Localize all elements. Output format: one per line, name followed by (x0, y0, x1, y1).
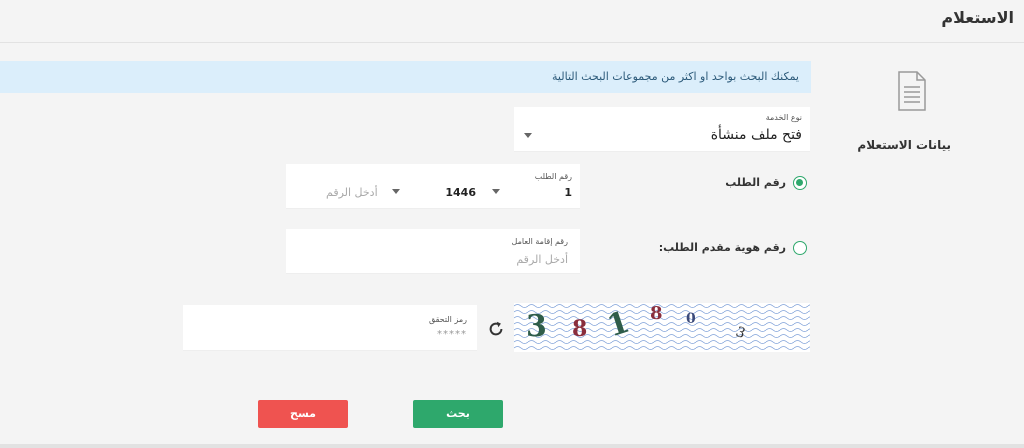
clear-button[interactable]: مسح (258, 400, 348, 428)
page-header (0, 0, 1024, 43)
page-title: الاستعلام (941, 8, 1014, 27)
request-number-label: رقم الطلب (534, 172, 572, 181)
service-type-label: نوع الخدمة (765, 113, 802, 122)
radio-request-number[interactable] (793, 176, 807, 190)
request-year-select[interactable]: 1446 (388, 182, 478, 204)
worker-residence-input[interactable]: رقم إقامة العامل أدخل الرقم (286, 229, 580, 274)
chevron-down-icon (524, 133, 532, 138)
refresh-icon[interactable] (487, 320, 505, 338)
radio-request-number-label: رقم الطلب (725, 176, 786, 189)
chevron-down-icon (392, 189, 400, 194)
request-number-group: رقم الطلب 1 1446 أدخل الرقم (286, 164, 580, 209)
info-bar: يمكنك البحث بواحد او اكثر من مجموعات الب… (0, 61, 811, 93)
service-type-select[interactable]: نوع الخدمة فتح ملف منشأة (514, 107, 810, 152)
radio-applicant-id-label: رقم هوية مقدم الطلب: (658, 241, 786, 254)
worker-residence-label: رقم إقامة العامل (511, 237, 568, 246)
captcha-char: 3 (526, 309, 547, 344)
sidebar-title: بيانات الاستعلام (857, 138, 951, 152)
request-number-select[interactable]: 1 (482, 182, 574, 204)
captcha-image: 3 8 1 8 0 3 (514, 303, 810, 352)
captcha-char: 8 (572, 316, 588, 342)
request-year-value: 1446 (445, 186, 476, 199)
info-text: يمكنك البحث بواحد او اكثر من مجموعات الب… (552, 70, 799, 83)
request-number-input[interactable]: أدخل الرقم (326, 186, 378, 199)
captcha-input[interactable]: رمز التحقق ***** (183, 305, 477, 351)
request-number-value: 1 (564, 186, 572, 199)
worker-residence-placeholder: أدخل الرقم (516, 253, 568, 266)
chevron-down-icon (492, 189, 500, 194)
captcha-placeholder: ***** (437, 329, 467, 340)
search-button[interactable]: بحث (413, 400, 503, 428)
document-icon (898, 71, 926, 111)
captcha-char: 0 (686, 311, 696, 327)
radio-applicant-id[interactable] (793, 241, 807, 255)
bottom-divider (0, 444, 1024, 448)
captcha-label: رمز التحقق (428, 315, 467, 324)
service-type-value: فتح ملف منشأة (710, 127, 802, 143)
captcha-char: 8 (650, 303, 663, 324)
